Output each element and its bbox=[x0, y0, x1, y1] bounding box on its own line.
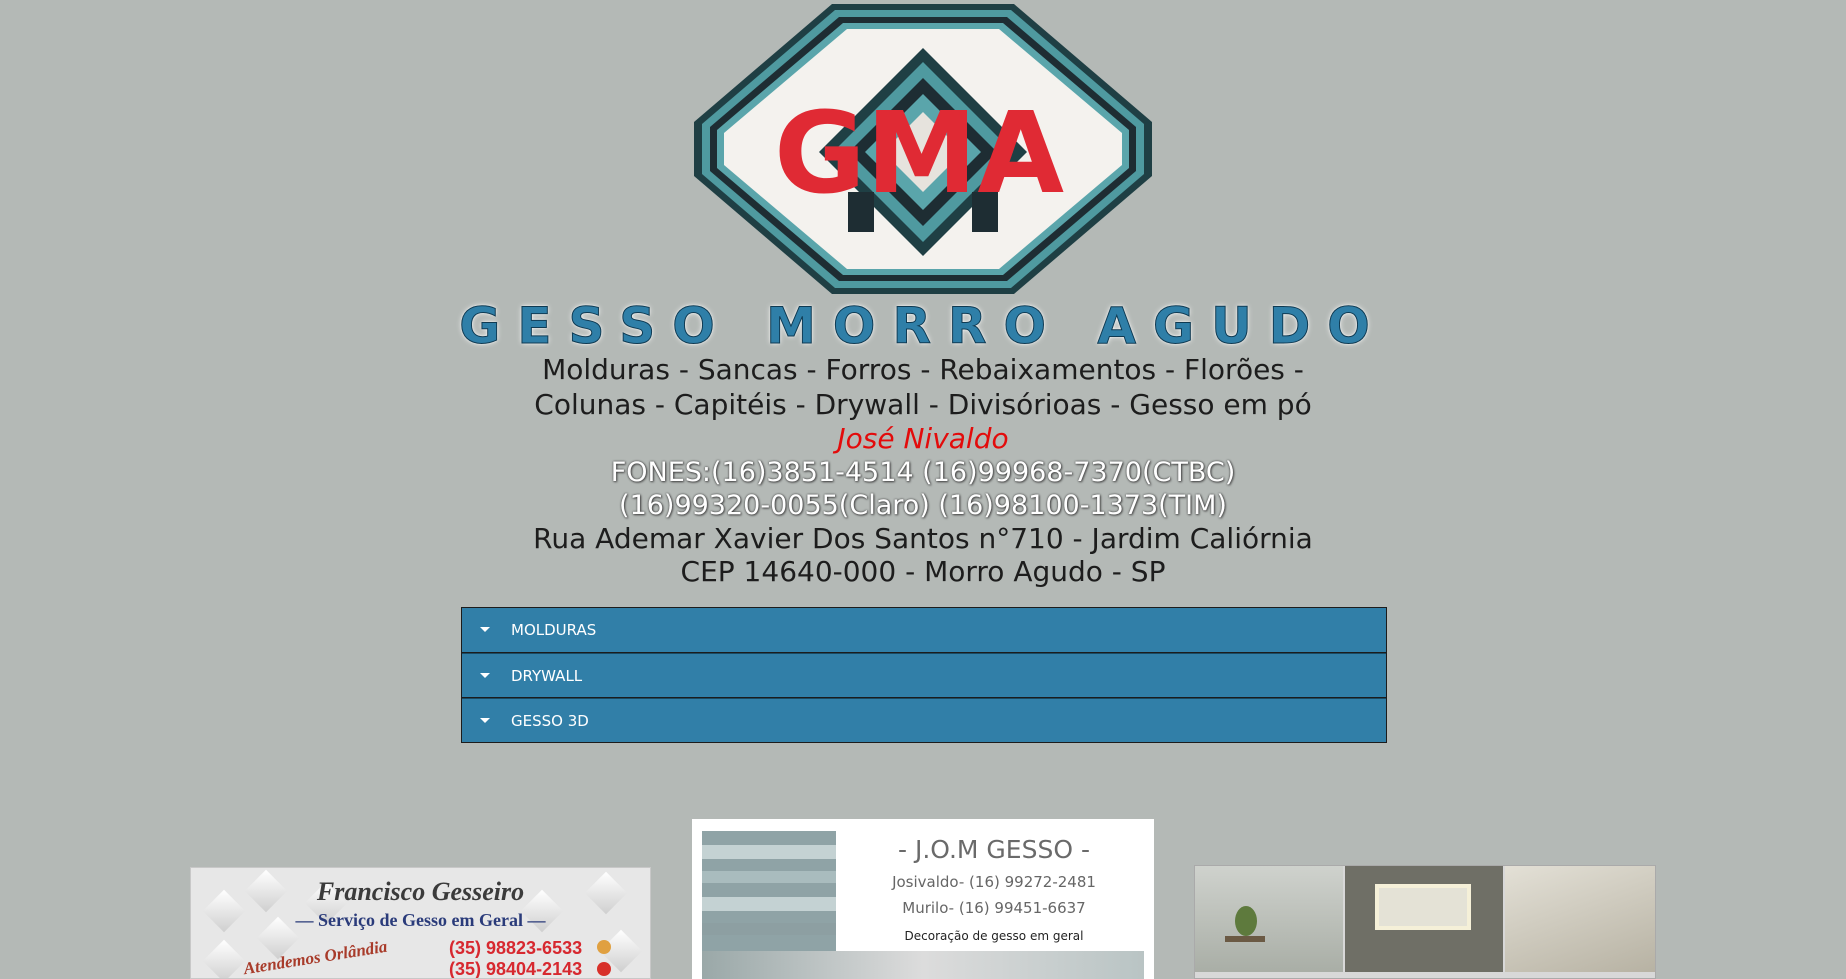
plant-wall-photo bbox=[1195, 866, 1343, 972]
address-line-2: CEP 14640-000 - Morro Agudo - SP bbox=[680, 555, 1166, 588]
accordion-label: GESSO 3D bbox=[511, 712, 589, 730]
accordion-label: DRYWALL bbox=[511, 667, 583, 685]
card-phone-1: (35) 98823-6533 bbox=[449, 938, 583, 958]
ceiling-molding-photo bbox=[1505, 866, 1655, 972]
card-title: Francisco Gesseiro bbox=[316, 877, 525, 906]
brand-name: GESSO MORRO AGUDO bbox=[459, 297, 1387, 356]
gma-logo: GMA bbox=[692, 2, 1154, 296]
card-phone-2: (35) 98404-2143 bbox=[449, 959, 583, 979]
whatsapp-icon bbox=[597, 940, 611, 954]
accordion-label: MOLDURAS bbox=[511, 621, 597, 639]
gma-octagon-logo: GMA bbox=[694, 4, 1152, 294]
caret-down-icon bbox=[480, 673, 490, 678]
lit-ceiling-photo bbox=[1345, 866, 1503, 972]
card-subtitle: — Serviço de Gesso em Geral — bbox=[295, 910, 546, 930]
accordion-item-molduras[interactable]: MOLDURAS bbox=[462, 608, 1386, 653]
services-line-2: Colunas - Capitéis - Drywall - Divisório… bbox=[534, 388, 1312, 421]
phones-line-2: (16)99320-0055(Claro) (16)98100-1373(TIM… bbox=[619, 490, 1227, 521]
caret-down-icon bbox=[480, 718, 490, 723]
card-title: - J.O.M GESSO - bbox=[898, 835, 1090, 864]
card-contact-1: Josivaldo- (16) 99272-2481 bbox=[892, 873, 1096, 891]
card-tagline: Decoração de gesso em geral bbox=[904, 929, 1084, 943]
svg-text:GMA: GMA bbox=[774, 89, 1064, 219]
services-line-1: Molduras - Sancas - Forros - Rebaixament… bbox=[542, 353, 1304, 386]
business-card-jom-gesso[interactable]: - J.O.M GESSO - Josivaldo- (16) 99272-24… bbox=[692, 819, 1154, 979]
interior-photo-collage[interactable] bbox=[1194, 865, 1656, 979]
category-accordion: MOLDURAS DRYWALL GESSO 3D bbox=[461, 607, 1387, 743]
address-line-1: Rua Ademar Xavier Dos Santos n°710 - Jar… bbox=[533, 522, 1313, 555]
molding-photo bbox=[702, 831, 836, 955]
business-card-francisco[interactable]: Francisco Gesseiro — Serviço de Gesso em… bbox=[190, 867, 651, 979]
phone-operator-icon bbox=[597, 962, 611, 976]
contact-name: José Nivaldo bbox=[837, 422, 1009, 455]
accordion-item-gesso-3d[interactable]: GESSO 3D bbox=[462, 698, 1386, 743]
card-contact-2: Murilo- (16) 99451-6637 bbox=[902, 899, 1086, 917]
accordion-item-drywall[interactable]: DRYWALL bbox=[462, 653, 1386, 698]
caret-down-icon bbox=[480, 627, 490, 632]
phones-line-1: FONES:(16)3851-4514 (16)99968-7370(CTBC) bbox=[610, 457, 1236, 488]
ceiling-photo bbox=[702, 951, 1144, 979]
